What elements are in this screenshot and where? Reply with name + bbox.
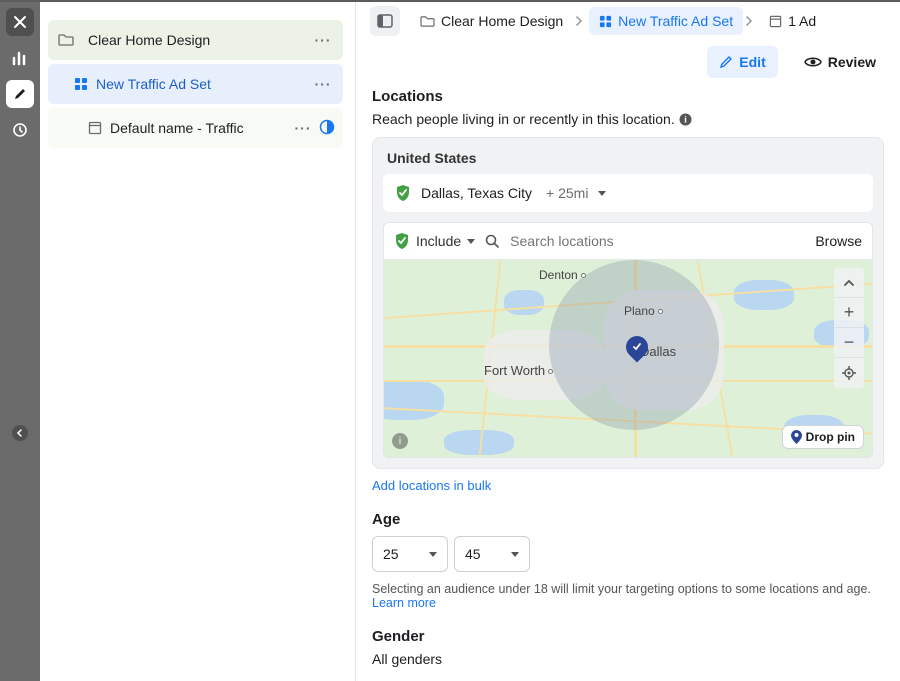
map-info-button[interactable]: i (392, 433, 408, 449)
pencil-icon[interactable] (6, 80, 34, 108)
tree-campaign-more[interactable]: ··· (311, 32, 335, 48)
age-max-dropdown[interactable]: 45 (454, 536, 530, 572)
location-radius-dropdown[interactable]: + 25mi (546, 185, 606, 201)
tree-ad-more[interactable]: ··· (291, 120, 315, 136)
map-zoom-in-button[interactable]: + (834, 298, 864, 328)
caret-down-icon (467, 239, 475, 244)
map-locate-button[interactable] (834, 358, 864, 388)
main-editor: Clear Home Design New Traffic Ad Set 1 A… (356, 0, 900, 681)
caret-down-icon (511, 552, 519, 557)
pencil-icon (719, 55, 733, 69)
age-note: Selecting an audience under 18 will limi… (372, 582, 884, 610)
shield-check-icon (395, 184, 411, 202)
breadcrumb-adset[interactable]: New Traffic Ad Set (589, 7, 743, 35)
chart-icon[interactable] (6, 44, 34, 72)
location-city-name: Dallas, Texas City (421, 185, 532, 201)
breadcrumb-bar: Clear Home Design New Traffic Ad Set 1 A… (356, 0, 900, 42)
pin-icon (791, 430, 802, 444)
grid-icon (599, 15, 612, 28)
map[interactable]: Denton Plano Dallas Fort Worth + − (383, 260, 873, 458)
close-button[interactable] (6, 8, 34, 36)
edit-button[interactable]: Edit (707, 46, 777, 78)
info-icon[interactable]: i (679, 113, 692, 126)
map-label-denton: Denton (539, 268, 586, 282)
include-dropdown[interactable]: Include (394, 232, 475, 250)
location-search-row: Include Browse (383, 222, 873, 260)
breadcrumb-ad[interactable]: 1 Ad (759, 7, 826, 35)
location-country: United States (373, 138, 883, 174)
locations-heading: Locations (372, 88, 884, 105)
add-locations-bulk-link[interactable]: Add locations in bulk (372, 478, 491, 493)
map-label-fortworth: Fort Worth (484, 363, 553, 378)
include-label: Include (416, 233, 461, 249)
status-half-icon (319, 119, 335, 138)
browse-button[interactable]: Browse (815, 233, 862, 249)
gender-heading: Gender (372, 628, 884, 645)
location-pill: Dallas, Texas City + 25mi (383, 174, 873, 212)
chevron-right-icon (745, 13, 753, 29)
tree-adset-more[interactable]: ··· (311, 76, 335, 92)
age-note-text: Selecting an audience under 18 will limi… (372, 582, 871, 596)
tree-adset-label: New Traffic Ad Set (96, 76, 311, 92)
drop-pin-button[interactable]: Drop pin (782, 425, 864, 449)
folder-icon (58, 33, 74, 47)
clock-icon[interactable] (6, 116, 34, 144)
tree-ad-label: Default name - Traffic (110, 120, 291, 136)
map-collapse-button[interactable] (834, 268, 864, 298)
ad-icon (88, 121, 102, 135)
breadcrumb-campaign[interactable]: Clear Home Design (410, 7, 573, 35)
tree-campaign-row[interactable]: Clear Home Design ··· (48, 20, 343, 60)
locations-sub: Reach people living in or recently in th… (372, 111, 884, 127)
folder-icon (420, 15, 435, 28)
nav-tree: Clear Home Design ··· New Traffic Ad Set… (40, 0, 356, 681)
actions-bar: Edit Review (356, 42, 900, 88)
chevron-right-icon (575, 13, 583, 29)
age-min-value: 25 (383, 546, 399, 562)
locations-sub-text: Reach people living in or recently in th… (372, 111, 675, 127)
review-button[interactable]: Review (794, 46, 886, 78)
collapse-rail-button[interactable] (12, 425, 28, 441)
age-heading: Age (372, 511, 884, 528)
caret-down-icon (598, 191, 606, 196)
breadcrumb-campaign-label: Clear Home Design (441, 13, 563, 29)
breadcrumb-adset-label: New Traffic Ad Set (618, 13, 733, 29)
map-zoom-out-button[interactable]: − (834, 328, 864, 358)
map-controls: + − (834, 268, 864, 388)
search-icon (485, 234, 500, 249)
age-min-dropdown[interactable]: 25 (372, 536, 448, 572)
drop-pin-label: Drop pin (806, 430, 855, 444)
review-label: Review (828, 54, 876, 70)
panel-toggle-button[interactable] (370, 6, 400, 36)
tree-campaign-label: Clear Home Design (88, 32, 311, 48)
tree-adset-row[interactable]: New Traffic Ad Set ··· (48, 64, 343, 104)
shield-check-icon (394, 232, 410, 250)
ad-icon (769, 15, 782, 28)
breadcrumb-ad-label: 1 Ad (788, 13, 816, 29)
location-radius-value: + 25mi (546, 185, 588, 201)
edit-label: Edit (739, 54, 765, 70)
tree-ad-row[interactable]: Default name - Traffic ··· (48, 108, 343, 148)
learn-more-link[interactable]: Learn more (372, 596, 436, 610)
left-rail (0, 0, 40, 681)
location-search-input[interactable] (504, 231, 815, 251)
locations-card: United States Dallas, Texas City + 25mi (372, 137, 884, 469)
age-max-value: 45 (465, 546, 481, 562)
grid-icon (74, 77, 88, 91)
gender-value: All genders (372, 651, 884, 667)
map-label-plano: Plano (624, 304, 663, 318)
caret-down-icon (429, 552, 437, 557)
eye-icon (804, 56, 822, 68)
